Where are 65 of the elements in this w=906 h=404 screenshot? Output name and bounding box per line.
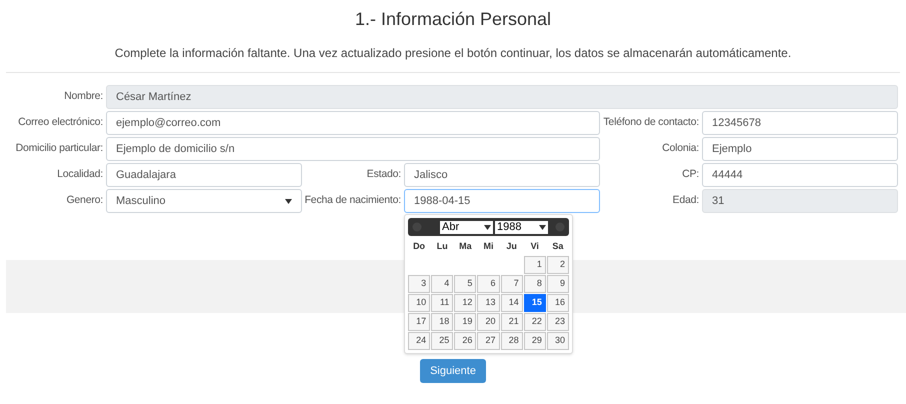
caret-icon xyxy=(484,224,491,230)
weekday-label: Lu xyxy=(436,240,449,253)
day-cell[interactable]: 5 xyxy=(454,275,476,293)
field-label: Localidad: xyxy=(56,167,104,182)
day-cell[interactable]: 26 xyxy=(454,332,476,350)
weekday-label: Ma xyxy=(458,240,473,253)
year-select[interactable]: 1988 xyxy=(495,220,548,234)
page-title: 1.- Información Personal xyxy=(354,8,552,30)
field-label: Domicilio particular: xyxy=(14,141,104,156)
input-field[interactable]: Jalisco xyxy=(404,163,600,187)
day-cell[interactable]: 16 xyxy=(546,294,569,312)
day-cell[interactable]: 30 xyxy=(546,332,569,350)
day-cell[interactable]: 28 xyxy=(500,332,523,350)
day-cell[interactable]: 15 xyxy=(524,294,546,312)
weekday-label: Ju xyxy=(505,240,518,253)
day-cell[interactable]: 29 xyxy=(524,332,546,350)
input-field[interactable]: Ejemplo de domicilio s/n xyxy=(106,137,600,161)
day-cell[interactable]: 18 xyxy=(431,313,454,331)
day-cell[interactable]: 13 xyxy=(477,294,500,312)
month-select[interactable]: Abr xyxy=(440,220,493,234)
day-cell[interactable]: 19 xyxy=(454,313,476,331)
field-label: Fecha de nacimiento: xyxy=(304,193,402,208)
day-cell[interactable]: 20 xyxy=(477,313,500,331)
field-label: Correo electrónico: xyxy=(17,115,104,130)
caret-icon xyxy=(285,198,292,204)
day-cell[interactable]: 1 xyxy=(524,256,546,274)
input-field[interactable]: 44444 xyxy=(702,163,898,187)
caret-icon xyxy=(539,224,546,230)
weekday-label: Vi xyxy=(530,240,540,253)
field-label: Colonia: xyxy=(661,141,700,156)
day-cell[interactable]: 17 xyxy=(408,313,430,331)
field-label: CP: xyxy=(681,167,700,182)
day-cell[interactable]: 11 xyxy=(431,294,454,312)
next-button[interactable]: Siguiente xyxy=(420,359,486,383)
day-cell[interactable]: 3 xyxy=(408,275,430,293)
field-label: Genero: xyxy=(65,193,104,208)
day-cell[interactable]: 4 xyxy=(431,275,454,293)
day-cell[interactable]: 22 xyxy=(524,313,546,331)
instructions: Complete la información faltante. Una vez actualizado presione el botón continuar, los datos se almacenarán automáticamente. xyxy=(114,45,792,61)
field-label: Estado: xyxy=(366,167,402,182)
weekday-label: Mi xyxy=(482,240,494,253)
day-cell[interactable]: 10 xyxy=(408,294,430,312)
weekday-label: Do xyxy=(412,240,426,253)
day-cell[interactable]: 27 xyxy=(477,332,500,350)
day-cell[interactable]: 9 xyxy=(546,275,569,293)
weekday-label: Sa xyxy=(551,240,564,253)
select-field[interactable]: Masculino xyxy=(106,189,302,213)
day-cell[interactable]: 21 xyxy=(500,313,523,331)
day-cell[interactable]: 23 xyxy=(546,313,569,331)
input-field[interactable]: 12345678 xyxy=(702,111,898,135)
field-label: Teléfono de contacto: xyxy=(602,115,700,130)
day-cell[interactable]: 24 xyxy=(408,332,430,350)
date-field[interactable]: 1988-04-15 xyxy=(404,189,600,213)
day-cell[interactable]: 6 xyxy=(477,275,500,293)
day-cell[interactable]: 7 xyxy=(500,275,523,293)
day-cell[interactable]: 2 xyxy=(546,256,569,274)
day-cell[interactable]: 25 xyxy=(431,332,454,350)
input-field[interactable]: Ejemplo xyxy=(702,137,898,161)
day-cell[interactable]: 8 xyxy=(524,275,546,293)
day-cell[interactable]: 14 xyxy=(500,294,523,312)
day-cell[interactable]: 12 xyxy=(454,294,476,312)
field-label: Edad: xyxy=(672,193,700,208)
input-field[interactable]: Guadalajara xyxy=(106,163,302,187)
input-field[interactable]: ejemplo@correo.com xyxy=(106,111,600,135)
field-label: Nombre: xyxy=(63,89,104,104)
